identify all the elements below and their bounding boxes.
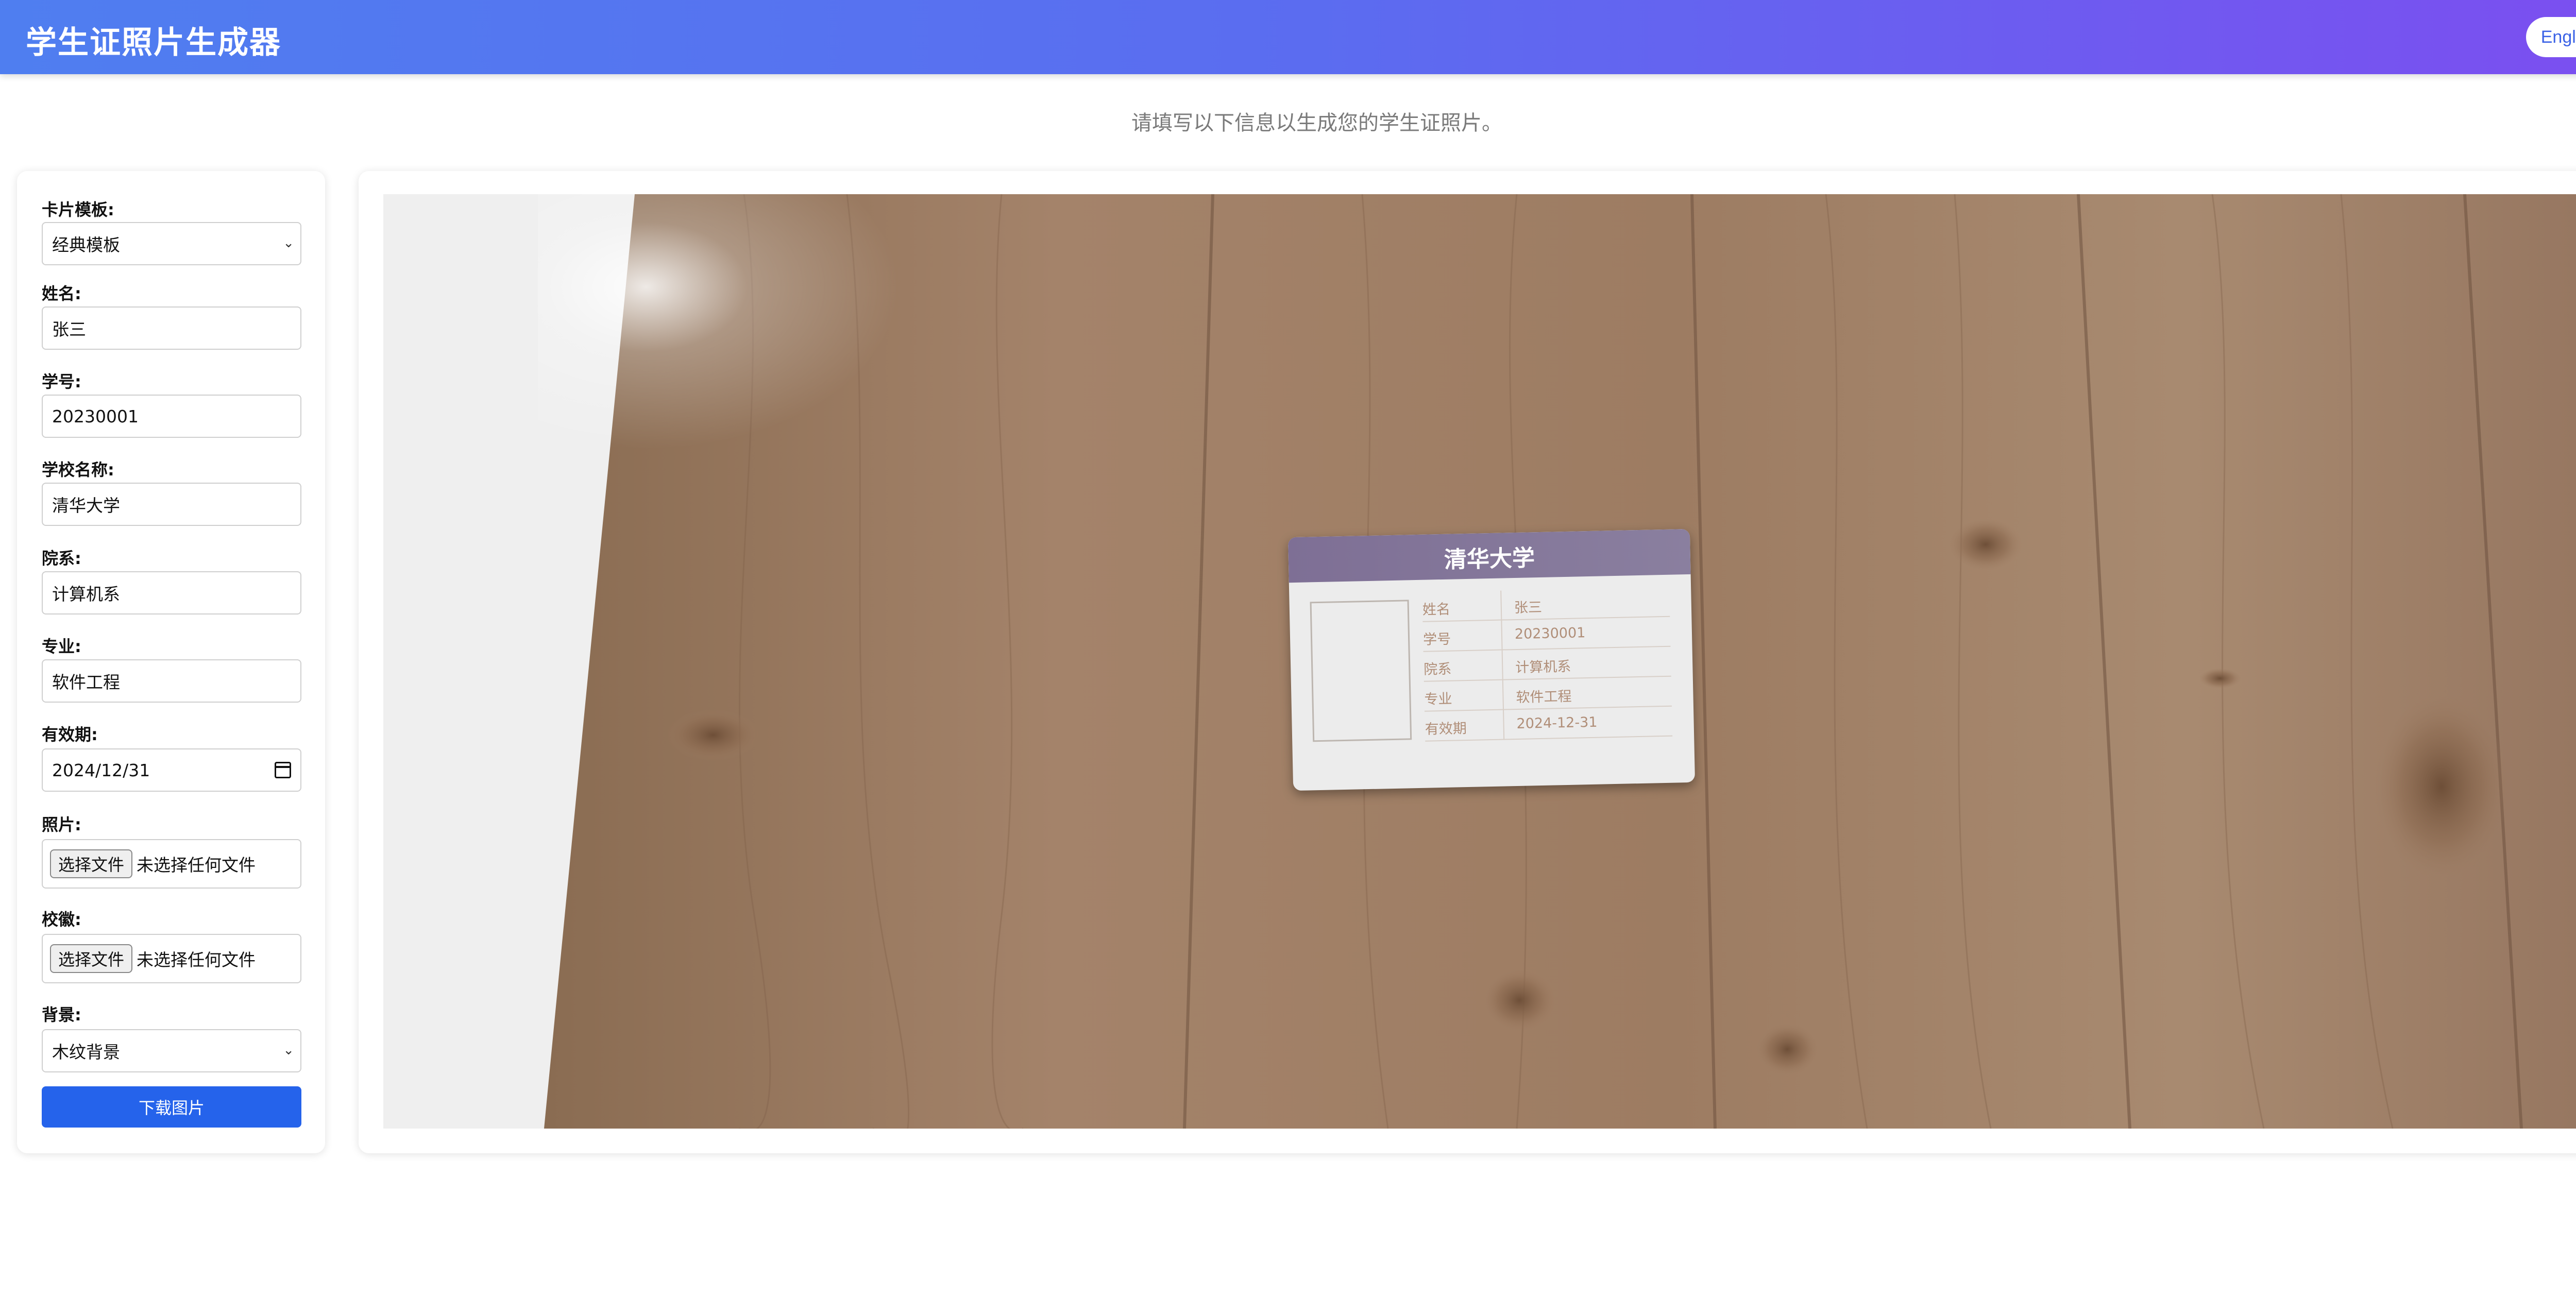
template-label: 卡片模板: — [42, 200, 114, 219]
card-row-key: 姓名 — [1422, 601, 1451, 618]
page-subtitle: 请填写以下信息以生成您的学生证照片。 — [1131, 111, 1502, 135]
major-input[interactable]: 软件工程 — [42, 659, 301, 703]
card-row-name: 姓名 张三 — [1422, 587, 1670, 622]
department-input-value: 计算机系 — [52, 584, 120, 604]
photo-label: 照片: — [42, 815, 81, 834]
card-row-divider — [1503, 710, 1505, 740]
name-label: 姓名: — [42, 284, 81, 303]
card-row-key: 学号 — [1422, 631, 1451, 648]
app-header: 学生证照片生成器 English — [0, 0, 2576, 74]
student-id-input[interactable]: 20230001 — [42, 395, 301, 438]
form-panel: 卡片模板: 经典模板 ⌄ 姓名: 张三 学号: 20230001 学校名称: 清… — [17, 171, 325, 1153]
department-input[interactable]: 计算机系 — [42, 571, 301, 615]
card-row-key: 院系 — [1423, 661, 1452, 678]
photo-choose-file-button[interactable]: 选择文件 — [50, 849, 133, 878]
background-select-value: 木纹背景 — [52, 1042, 120, 1062]
template-select-value: 经典模板 — [52, 235, 120, 255]
background-label: 背景: — [42, 1005, 81, 1025]
preview-canvas: 清华大学 姓名 张三 学号 20230001 院系 计算机系 专业 软件工程 有… — [383, 194, 2576, 1129]
card-row-value: 计算机系 — [1515, 658, 1571, 676]
card-row-value: 软件工程 — [1516, 688, 1572, 706]
card-row-department: 院系 计算机系 — [1423, 646, 1671, 682]
card-row-key: 有效期 — [1425, 721, 1467, 738]
card-photo-placeholder — [1310, 600, 1412, 742]
emblem-file-status: 未选择任何文件 — [137, 950, 256, 970]
chevron-down-icon: ⌄ — [283, 1043, 294, 1058]
template-select[interactable]: 经典模板 ⌄ — [42, 222, 301, 265]
download-image-button[interactable]: 下载图片 — [42, 1086, 301, 1128]
chevron-down-icon: ⌄ — [283, 235, 294, 251]
expiry-date-input[interactable]: 2024/12/31 — [42, 748, 301, 792]
card-row-divider — [1500, 590, 1502, 621]
expiry-date-value: 2024/12/31 — [52, 760, 150, 780]
expiry-label: 有效期: — [42, 725, 98, 744]
app-title: 学生证照片生成器 — [26, 25, 281, 61]
name-input-value: 张三 — [52, 319, 86, 339]
school-input-value: 清华大学 — [52, 496, 120, 516]
emblem-label: 校徽: — [42, 910, 81, 929]
card-row-student-id: 学号 20230001 — [1422, 617, 1671, 652]
student-id-input-value: 20230001 — [52, 406, 139, 426]
preview-panel: 清华大学 姓名 张三 学号 20230001 院系 计算机系 专业 软件工程 有… — [359, 171, 2576, 1153]
card-row-value: 2024-12-31 — [1516, 714, 1598, 732]
card-row-expiry: 有效期 2024-12-31 — [1425, 706, 1673, 742]
name-input[interactable]: 张三 — [42, 306, 301, 350]
card-row-divider — [1501, 650, 1503, 680]
card-header: 清华大学 — [1287, 528, 1691, 583]
card-row-key: 专业 — [1424, 691, 1452, 708]
major-label: 专业: — [42, 637, 81, 656]
background-select[interactable]: 木纹背景 ⌄ — [42, 1029, 301, 1072]
department-label: 院系: — [42, 549, 81, 568]
card-row-value: 20230001 — [1514, 625, 1586, 643]
student-id-card-preview: 清华大学 姓名 张三 学号 20230001 院系 计算机系 专业 软件工程 有… — [1287, 528, 1696, 791]
card-row-divider — [1502, 680, 1504, 710]
photo-file-input[interactable]: 选择文件 未选择任何文件 — [42, 839, 301, 889]
photo-file-status: 未选择任何文件 — [137, 855, 256, 875]
emblem-choose-file-button[interactable]: 选择文件 — [50, 944, 133, 973]
school-label: 学校名称: — [42, 460, 114, 480]
card-row-value: 张三 — [1514, 599, 1543, 617]
card-row-divider — [1501, 620, 1503, 651]
calendar-icon[interactable] — [275, 762, 291, 778]
card-row-major: 专业 软件工程 — [1423, 676, 1672, 712]
student-id-label: 学号: — [42, 372, 81, 391]
card-school-name: 清华大学 — [1444, 545, 1535, 573]
language-toggle-button[interactable]: English — [2526, 17, 2576, 57]
emblem-file-input[interactable]: 选择文件 未选择任何文件 — [42, 934, 301, 983]
major-input-value: 软件工程 — [52, 672, 120, 692]
school-input[interactable]: 清华大学 — [42, 483, 301, 526]
